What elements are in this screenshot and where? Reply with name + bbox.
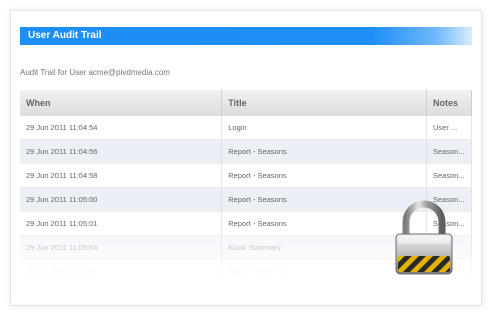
cell-when: 29 Jun 2011 11:04:58	[20, 163, 223, 188]
cell-when: 29 Jun 2011 11:05:00	[20, 187, 223, 212]
cell-when: 29 Jun 2011 11:04:54	[20, 116, 223, 140]
panel-title-bar: User Audit Trail	[20, 27, 472, 45]
cell-title: Login	[221, 116, 427, 140]
cell-notes: Season...	[426, 163, 472, 188]
padlock-icon	[395, 200, 453, 275]
cell-when: 29 Jun 2011 11:04:56	[20, 139, 223, 164]
column-header-when[interactable]: When	[20, 90, 223, 116]
cell-when: 29 Jun 2011 11:05:01	[20, 211, 223, 236]
cell-title: Report - Seasons	[221, 139, 427, 164]
column-header-notes[interactable]: Notes	[426, 90, 472, 116]
table-row[interactable]: 29 Jun 2011 11:04:56 Report - Seasons Se…	[20, 139, 472, 164]
cell-notes: Season...	[426, 139, 472, 164]
column-header-title[interactable]: Title	[221, 90, 427, 116]
cell-when: 29 Jun 2011 11:05:04	[20, 235, 223, 260]
audit-subtitle: Audit Trail for User acme@pivdmedia.com	[20, 68, 170, 77]
table-row[interactable]: 29 Jun 2011 11:04:58 Report - Seasons Se…	[20, 163, 472, 188]
cell-title: Report - Seasons	[221, 163, 427, 188]
table-row[interactable]: 29 Jun 2011 11:04:54 Login User ...	[20, 116, 472, 140]
cell-notes: User ...	[426, 116, 472, 140]
table-header-row: When Title Notes	[20, 90, 472, 116]
cell-when: 29 Jun 2011 11:05:07	[20, 259, 223, 284]
